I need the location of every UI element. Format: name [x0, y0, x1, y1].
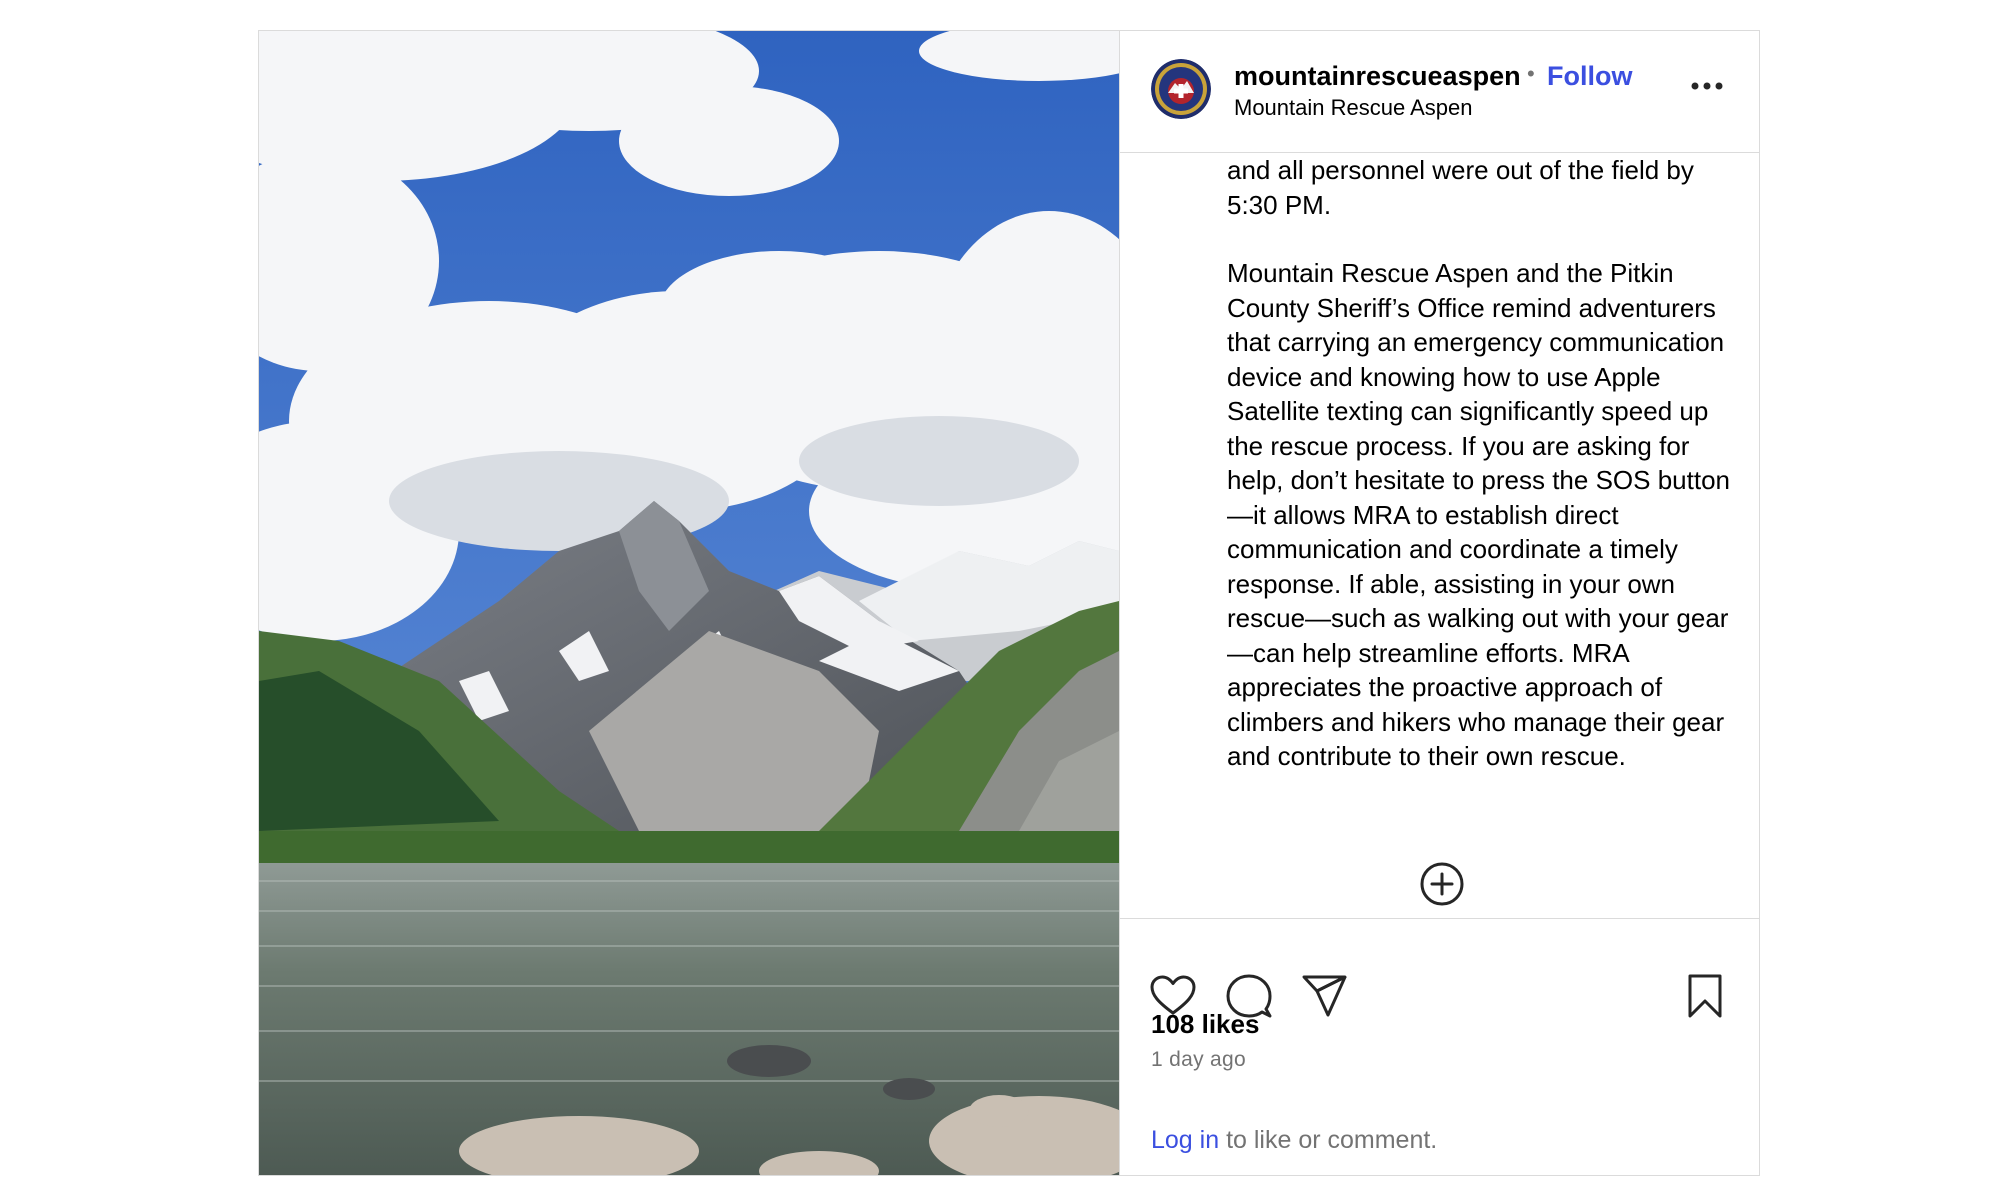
post-caption: and all personnel were out of the field … — [1227, 153, 1747, 853]
actions-divider — [1120, 918, 1759, 919]
more-options-icon — [1691, 82, 1723, 90]
avatar[interactable] — [1151, 59, 1211, 119]
post-sidebar: mountainrescueaspen • Follow Mountain Re… — [1119, 31, 1759, 1175]
share-icon — [1302, 975, 1347, 1017]
follow-button[interactable]: Follow — [1547, 61, 1632, 92]
more-options-button[interactable] — [1687, 71, 1727, 101]
login-prompt-text: to like or comment. — [1219, 1126, 1438, 1154]
login-link[interactable]: Log in — [1151, 1126, 1219, 1154]
mra-logo-icon — [1151, 59, 1211, 119]
caption-paragraph: Mountain Rescue Aspen and the Pitkin Cou… — [1227, 258, 1730, 771]
post-header: mountainrescueaspen • Follow Mountain Re… — [1120, 31, 1759, 153]
post-photo[interactable] — [259, 31, 1119, 1175]
instagram-post: mountainrescueaspen • Follow Mountain Re… — [258, 30, 1760, 1176]
save-button[interactable] — [1680, 971, 1730, 1021]
login-prompt: Log in to like or comment. — [1151, 1126, 1437, 1155]
separator-dot: • — [1527, 61, 1535, 86]
plus-circle-icon — [1420, 862, 1464, 906]
mountain-lake-photo — [259, 31, 1119, 1175]
load-more-comments-button[interactable] — [1417, 859, 1467, 909]
author-username[interactable]: mountainrescueaspen — [1234, 61, 1521, 92]
author-display-name[interactable]: Mountain Rescue Aspen — [1234, 95, 1473, 121]
bookmark-icon — [1688, 974, 1722, 1018]
share-button[interactable] — [1300, 971, 1350, 1021]
caption-continuation: and all personnel were out of the field … — [1227, 155, 1694, 220]
like-count[interactable]: 108 likes — [1151, 1009, 1259, 1040]
post-timestamp[interactable]: 1 day ago — [1151, 1048, 1246, 1072]
